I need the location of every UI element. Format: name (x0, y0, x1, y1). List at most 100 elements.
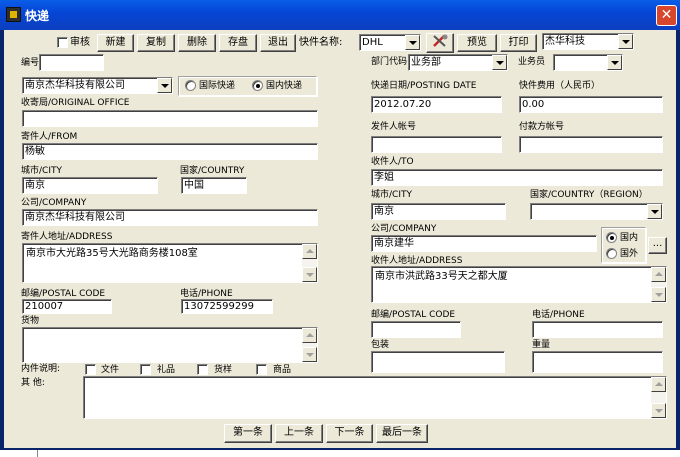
scroll-up-icon[interactable] (651, 377, 666, 392)
gift-checkbox[interactable] (140, 364, 151, 375)
gift-label: 礼品 (157, 365, 176, 375)
delete-button[interactable]: 删除 (178, 34, 216, 52)
app-icon (6, 7, 21, 22)
dept-select[interactable]: 业务部 (408, 54, 508, 71)
new-button[interactable]: 新建 (97, 34, 134, 52)
staff-label: 业务员 (518, 57, 546, 67)
sample-checkbox[interactable] (197, 364, 208, 375)
recipient-postal-label: 邮编/POSTAL CODE (371, 310, 456, 320)
window-title: 快递 (25, 9, 50, 23)
weight-input[interactable] (532, 351, 663, 373)
sender-phone-input[interactable]: 13072599299 (181, 299, 273, 314)
sender-phone-label: 电话/PHONE (180, 289, 233, 299)
print-button[interactable]: 打印 (500, 34, 537, 52)
company-select-value: 杰华科技 (545, 36, 585, 47)
sender-country-label: 国家/COUNTRY (180, 166, 245, 176)
scroll-up-icon[interactable] (651, 267, 666, 282)
recipient-city-label: 城市/CITY (371, 190, 412, 200)
scroll-down-icon[interactable] (302, 267, 317, 282)
recipient-city-input[interactable]: 南京 (371, 203, 506, 220)
origin-office-label: 收寄局/ORIGINAL OFFICE (21, 98, 130, 108)
first-record-button[interactable]: 第一条 (224, 424, 272, 443)
chevron-down-icon[interactable] (492, 55, 507, 70)
preview-button[interactable]: 预览 (457, 34, 497, 52)
intl-radio[interactable] (185, 80, 196, 91)
chevron-down-icon[interactable] (405, 35, 420, 50)
recipient-address-label: 收件人地址/ADDRESS (371, 256, 463, 266)
sender-country-input[interactable]: 中国 (181, 177, 247, 194)
exit-button[interactable]: 退出 (260, 34, 296, 52)
next-record-button[interactable]: 下一条 (326, 424, 373, 443)
recipient-country-select[interactable] (530, 203, 663, 220)
chevron-down-icon[interactable] (607, 55, 622, 70)
scroll-down-icon[interactable] (302, 347, 317, 362)
recipient-company-input[interactable]: 南京建华 (371, 235, 597, 252)
company-select[interactable]: 杰华科技 (542, 33, 634, 50)
chevron-down-icon[interactable] (157, 78, 172, 93)
sender-address-label: 寄件人地址/ADDRESS (21, 232, 113, 242)
sender-postal-input[interactable]: 210007 (22, 299, 112, 314)
more-button[interactable]: ... (648, 237, 667, 254)
domestic-region-label: 国内 (620, 233, 639, 243)
copy-button[interactable]: 复制 (137, 34, 175, 52)
scrollbar[interactable] (651, 267, 666, 302)
save-button[interactable]: 存盘 (219, 34, 257, 52)
domestic-radio[interactable] (252, 80, 263, 91)
sender-company-input[interactable]: 南京杰华科技有限公司 (22, 209, 318, 226)
sender-address-textarea[interactable]: 南京市大光路35号大光路商务楼108室 (22, 243, 318, 283)
sender-city-input[interactable]: 南京 (22, 177, 158, 194)
tools-button[interactable] (426, 33, 454, 53)
goods-textarea[interactable] (22, 327, 318, 363)
recipient-postal-input[interactable] (371, 321, 461, 338)
recipient-address-value: 南京市洪武路33号天之都大厦 (375, 271, 508, 282)
scroll-up-icon[interactable] (302, 244, 317, 259)
foreign-region-radio[interactable] (606, 248, 617, 259)
sender-company-select-value: 南京杰华科技有限公司 (25, 80, 125, 91)
sender-account-input[interactable] (371, 136, 502, 153)
scroll-down-icon[interactable] (651, 403, 666, 418)
intl-label: 国际快递 (199, 81, 236, 91)
date-input[interactable]: 2012.07.20 (371, 96, 502, 113)
sender-company-select[interactable]: 南京杰华科技有限公司 (22, 77, 173, 94)
other-label: 其 他: (21, 378, 45, 388)
chevron-down-icon[interactable] (618, 34, 633, 49)
chevron-down-icon[interactable] (647, 204, 662, 219)
scroll-down-icon[interactable] (651, 287, 666, 302)
scroll-up-icon[interactable] (302, 328, 317, 343)
last-record-button[interactable]: 最后一条 (376, 424, 428, 443)
recipient-address-textarea[interactable]: 南京市洪武路33号天之都大厦 (371, 266, 667, 303)
tools-icon (433, 34, 448, 47)
recipient-phone-input[interactable] (532, 321, 663, 338)
domestic-label: 国内快递 (266, 81, 303, 91)
goods-label: 货物 (21, 316, 40, 326)
contents-label: 内件说明: (21, 364, 61, 374)
goods-checkbox[interactable] (256, 364, 267, 375)
scrollbar[interactable] (651, 377, 666, 418)
scrollbar[interactable] (302, 244, 317, 282)
dept-value: 业务部 (411, 57, 441, 68)
sender-company-label: 公司/COMPANY (21, 198, 87, 208)
sender-input[interactable]: 杨敏 (22, 143, 318, 160)
taskbar-strip (0, 450, 680, 457)
payer-account-label: 付款方帐号 (519, 122, 565, 132)
weight-label: 重量 (532, 340, 551, 350)
document-checkbox[interactable] (85, 364, 96, 375)
payer-account-input[interactable] (519, 136, 663, 153)
other-textarea[interactable] (83, 376, 667, 419)
staff-select[interactable] (553, 54, 623, 71)
origin-office-input[interactable] (22, 110, 318, 127)
document-label: 文件 (101, 365, 120, 375)
prev-record-button[interactable]: 上一条 (275, 424, 323, 443)
recipient-input[interactable]: 李姐 (371, 169, 663, 186)
packing-input[interactable] (371, 351, 505, 373)
audit-label: 审核 (70, 37, 90, 48)
recipient-phone-label: 电话/PHONE (532, 310, 585, 320)
scrollbar[interactable] (302, 328, 317, 362)
fee-input[interactable]: 0.00 (519, 96, 663, 113)
audit-checkbox[interactable] (57, 37, 68, 48)
title-bar[interactable]: 快递 ✕ (0, 0, 680, 30)
express-name-select[interactable]: DHL (359, 34, 421, 51)
serial-input[interactable] (39, 54, 104, 71)
domestic-region-radio[interactable] (606, 232, 617, 243)
close-button[interactable]: ✕ (656, 5, 677, 26)
